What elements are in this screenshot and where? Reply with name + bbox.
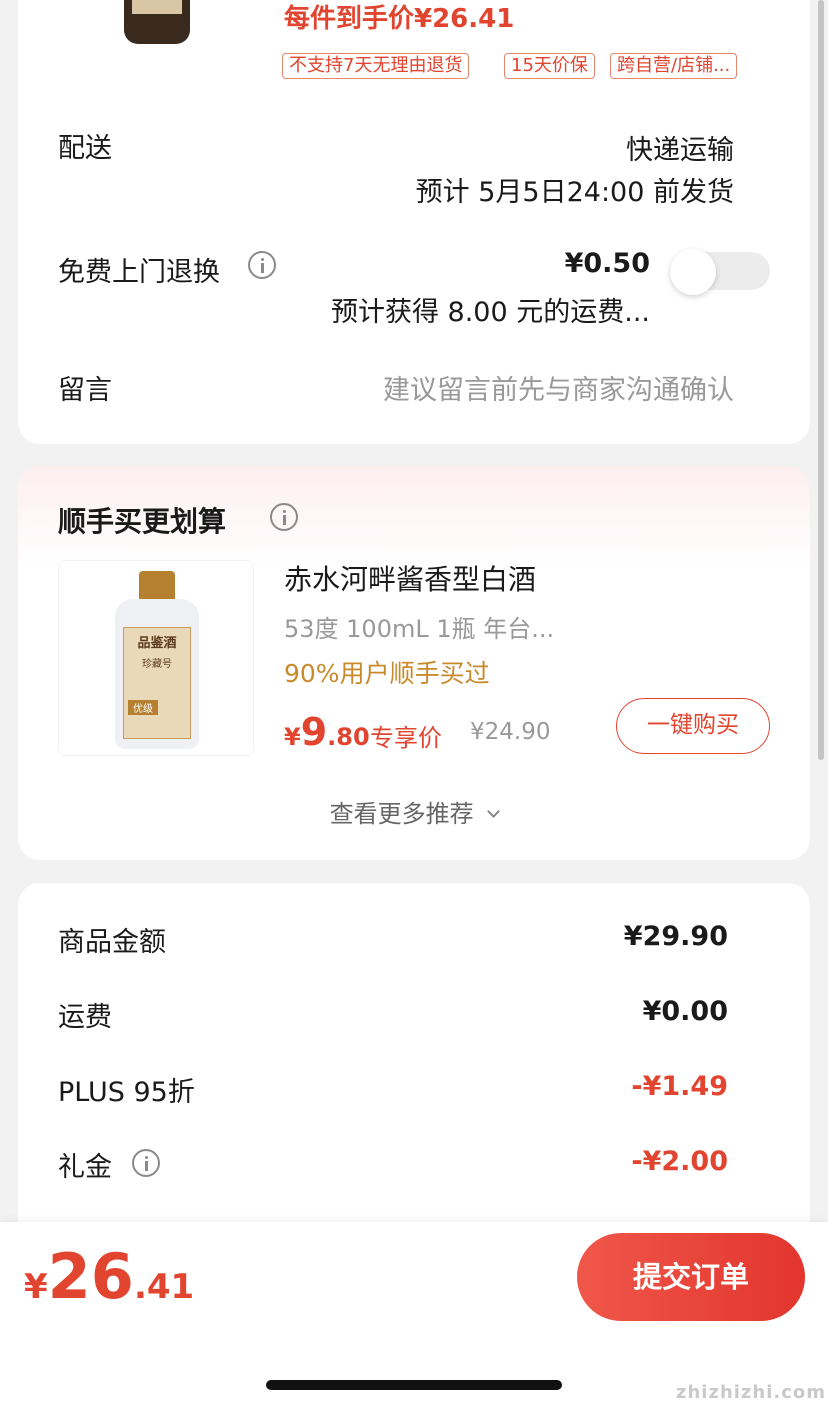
social-proof: 90%用户顺手买过 — [284, 659, 490, 688]
tag-self-operated: 跨自营/店铺... — [610, 53, 738, 79]
free-return-label: 免费上门退换 — [58, 257, 220, 288]
recommend-product-spec: 53度 100mL 1瓶 年台... — [284, 615, 555, 643]
recommend-product-image[interactable]: 品鉴酒 珍藏号 优级 — [58, 560, 254, 756]
total-price: ¥26.41 — [24, 1240, 194, 1313]
recommend-price: ¥9.80 — [284, 710, 370, 754]
summary-value-goods: ¥29.90 — [623, 921, 728, 952]
toggle-knob — [670, 249, 716, 295]
price-currency: ¥ — [284, 723, 301, 751]
original-price: ¥24.90 — [470, 719, 551, 745]
summary-value-shipping: ¥0.00 — [642, 996, 728, 1027]
bottle-brand: 品鉴酒 — [137, 636, 177, 651]
delivery-estimate: 预计 5月5日24:00 前发货 — [415, 177, 734, 208]
summary-label-gift: 礼金 — [58, 1152, 112, 1183]
price-integer: 9 — [300, 710, 328, 754]
summary-value-gift: -¥2.00 — [631, 1146, 728, 1177]
free-return-toggle[interactable] — [670, 249, 770, 295]
message-input[interactable]: 建议留言前先与商家沟通确认 — [383, 368, 734, 407]
free-return-note: 预计获得 8.00 元的运费... — [330, 297, 650, 328]
bottle-label: 品鉴酒 珍藏号 优级 — [123, 627, 191, 739]
bottle-line: 珍藏号 — [142, 659, 172, 670]
free-return-price: ¥0.50 — [564, 248, 650, 279]
bottle-label — [132, 0, 182, 14]
summary-label-goods: 商品金额 — [58, 927, 166, 958]
summary-label-plus: PLUS 95折 — [58, 1077, 195, 1108]
info-icon[interactable] — [132, 1149, 160, 1177]
watermark: zhizhizhi.com — [676, 1382, 827, 1403]
bottle-grade: 优级 — [128, 700, 158, 715]
total-decimal: .41 — [133, 1267, 195, 1307]
recommend-card: 顺手买更划算 品鉴酒 珍藏号 优级 赤水河畔酱香型白酒 53度 100mL 1瓶… — [18, 466, 810, 860]
order-item-card: 每件到手价¥26.41 不支持7天无理由退货 15天价保 跨自营/店铺... 配… — [18, 0, 810, 444]
home-indicator — [266, 1380, 562, 1390]
recommend-title: 顺手买更划算 — [58, 505, 227, 538]
delivery-method[interactable]: 快递运输 — [626, 128, 734, 167]
unit-price-label: 每件到手价¥26.41 — [284, 4, 515, 34]
tag-no-return: 不支持7天无理由退货 — [282, 53, 470, 79]
total-currency: ¥ — [24, 1267, 48, 1307]
submit-order-button[interactable]: 提交订单 — [577, 1233, 805, 1321]
message-label: 留言 — [58, 375, 112, 406]
summary-value-plus: -¥1.49 — [631, 1071, 728, 1102]
scrollbar[interactable] — [818, 0, 824, 760]
info-icon[interactable] — [248, 251, 276, 279]
chevron-down-icon — [487, 805, 501, 818]
bottle-cap — [139, 571, 175, 601]
recommend-product-name[interactable]: 赤水河畔酱香型白酒 — [284, 558, 536, 598]
bottom-bar: ¥26.41 提交订单 zhizhizhi.com — [0, 1222, 828, 1409]
product-thumbnail[interactable] — [124, 0, 190, 44]
delivery-label: 配送 — [58, 133, 112, 164]
summary-label-shipping: 运费 — [58, 1002, 112, 1033]
info-icon[interactable] — [270, 503, 298, 531]
see-more-recommend[interactable]: 查看更多推荐 — [18, 794, 810, 829]
one-click-buy-button[interactable]: 一键购买 — [616, 698, 770, 754]
see-more-label: 查看更多推荐 — [329, 800, 474, 828]
price-decimal: .80 — [327, 723, 370, 751]
tag-price-protect: 15天价保 — [504, 53, 595, 79]
total-integer: 26 — [47, 1240, 134, 1313]
price-tag: 专享价 — [370, 724, 442, 752]
